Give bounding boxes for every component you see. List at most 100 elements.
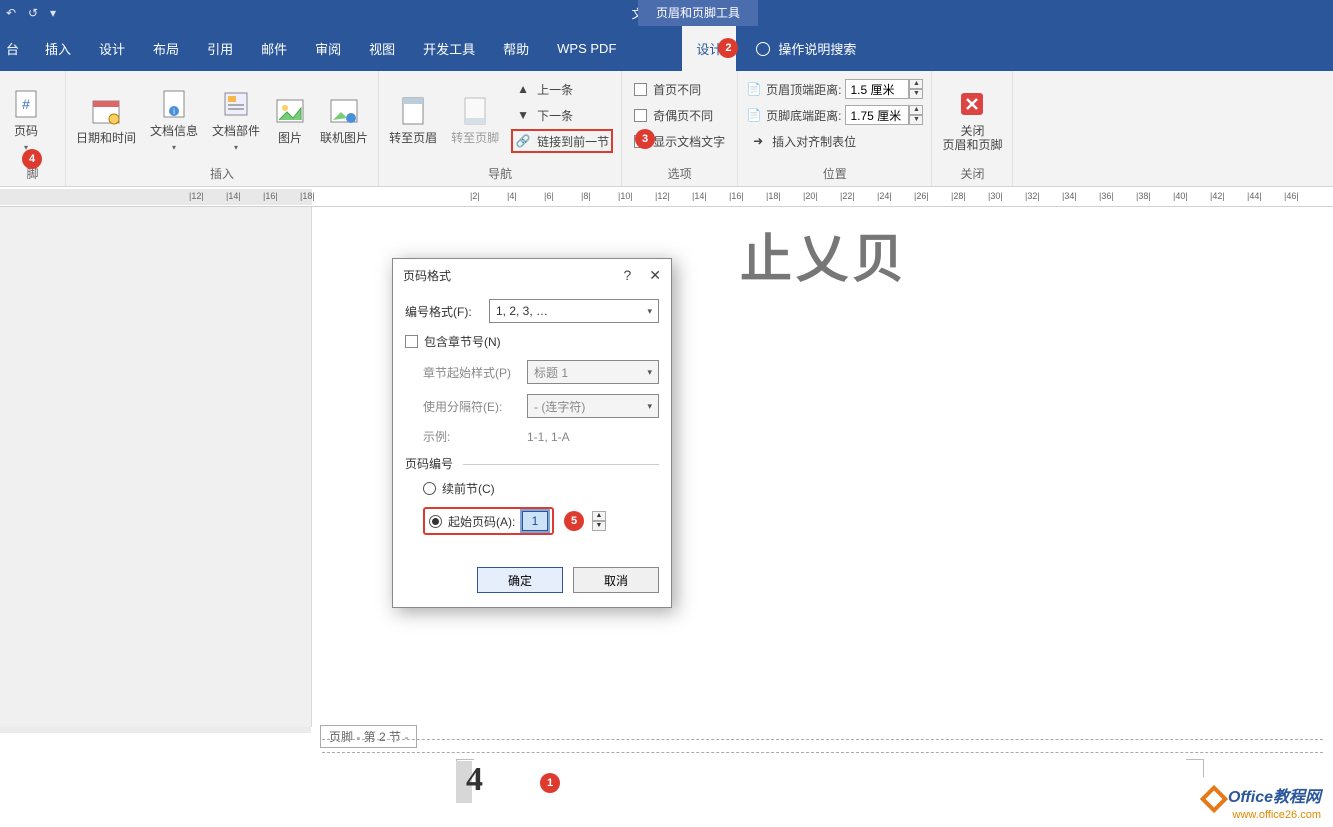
separator-row: 使用分隔符(E): - (连字符)▾ <box>423 394 659 418</box>
title-bar: ↶ ↺ ▾ 文档1 - Word 页眉和页脚工具 <box>0 0 1333 26</box>
ribbon-group-options: 首页不同 奇偶页不同 ✓显示文档文字 选项 <box>622 71 738 186</box>
close-hf-button[interactable]: 关闭 页眉和页脚 <box>936 75 1008 165</box>
continue-radio[interactable]: 续前节(C) <box>423 480 659 497</box>
page-number-format-dialog: 页码格式 ? ✕ 编号格式(F): 1, 2, 3, … ▾ 包含章节号(N) … <box>392 258 672 608</box>
badge-2: 2 <box>718 38 738 58</box>
tab-view[interactable]: 视图 <box>355 26 409 71</box>
close-icon[interactable]: ✕ <box>649 267 661 284</box>
date-time-button[interactable]: 日期和时间 <box>70 75 142 165</box>
spin-up-icon[interactable]: ▲ <box>592 511 606 521</box>
chevron-down-icon: ▾ <box>647 367 652 378</box>
ok-button[interactable]: 确定 <box>477 567 563 593</box>
radio-icon[interactable] <box>429 515 442 528</box>
calendar-icon <box>90 95 122 127</box>
next-section-button[interactable]: ▼下一条 <box>511 103 613 127</box>
badge-5: 5 <box>564 511 584 531</box>
online-picture-button[interactable]: 联机图片 <box>314 75 374 165</box>
footer-page-number[interactable]: 4 <box>456 761 486 803</box>
first-page-diff-check[interactable]: 首页不同 <box>630 77 729 101</box>
contextual-tab-label: 页眉和页脚工具 <box>638 0 758 26</box>
document-body-text: 止乂贝 <box>740 217 908 292</box>
picture-button[interactable]: 图片 <box>268 75 312 165</box>
ribbon-group-position: 📄 页眉顶端距离: ▲▼ 📄 页脚底端距离: ▲▼ ➜插入对齐制表位 位置 <box>738 71 932 186</box>
badge-1: 1 <box>540 773 560 793</box>
qat-dropdown-icon[interactable]: ▾ <box>50 6 64 20</box>
parts-icon <box>220 88 252 120</box>
separator-select: - (连字符)▾ <box>527 394 659 418</box>
start-at-spinner[interactable]: ▲▼ <box>592 511 606 531</box>
start-at-row: 起始页码(A): 5 ▲▼ <box>423 507 659 535</box>
tab-wpspdf[interactable]: WPS PDF <box>543 26 630 71</box>
repeat-icon[interactable]: ↺ <box>28 6 42 20</box>
start-at-highlight: 起始页码(A): <box>423 507 554 535</box>
spin-up-icon[interactable]: ▲ <box>909 105 923 115</box>
footer-boundary-line2 <box>322 752 1323 753</box>
tab-layout[interactable]: 布局 <box>139 26 193 71</box>
goto-footer-button[interactable]: 转至页脚 <box>445 75 505 165</box>
footer-distance-input[interactable]: ▲▼ <box>845 105 923 125</box>
horizontal-ruler[interactable]: |18||16||14||12||2||4||6||8||10||12||14|… <box>0 187 1333 207</box>
chapter-style-select: 标题 1▾ <box>527 360 659 384</box>
tab-help[interactable]: 帮助 <box>489 26 543 71</box>
align-tab-icon: ➜ <box>750 133 766 149</box>
page-number-button[interactable]: # 页码 ▾ 4 <box>4 75 48 165</box>
dialog-titlebar[interactable]: 页码格式 ? ✕ <box>393 259 671 291</box>
insert-align-tab-button[interactable]: ➜插入对齐制表位 <box>746 129 923 153</box>
header-distance-row: 📄 页眉顶端距离: ▲▼ <box>746 77 923 101</box>
tab-file[interactable]: 台 <box>0 26 31 71</box>
link-to-previous-button[interactable]: 🔗 链接到前一节 <box>511 129 613 153</box>
close-icon <box>956 88 988 120</box>
tab-review[interactable]: 审阅 <box>301 26 355 71</box>
prev-section-button[interactable]: ▲上一条 <box>511 77 613 101</box>
spin-down-icon[interactable]: ▼ <box>909 89 923 99</box>
prev-icon: ▲ <box>515 81 531 97</box>
footer-section-tag: 页脚 - 第 2 节 - <box>320 725 417 748</box>
badge-3: 3 <box>635 129 655 149</box>
tab-developer[interactable]: 开发工具 <box>409 26 489 71</box>
quick-access-toolbar: ↶ ↺ ▾ <box>0 6 64 20</box>
online-picture-icon <box>328 95 360 127</box>
checkbox-icon <box>634 109 647 122</box>
odd-even-diff-check[interactable]: 奇偶页不同 <box>630 103 729 127</box>
tell-me[interactable]: 操作说明搜索 <box>736 39 856 58</box>
footer-distance-row: 📄 页脚底端距离: ▲▼ <box>746 103 923 127</box>
badge-4: 4 <box>22 149 42 169</box>
picture-icon <box>274 95 306 127</box>
tab-insert[interactable]: 插入 <box>31 26 85 71</box>
number-format-select[interactable]: 1, 2, 3, … ▾ <box>489 299 659 323</box>
next-icon: ▼ <box>515 107 531 123</box>
dialog-title: 页码格式 <box>403 267 451 284</box>
start-at-radio-label[interactable]: 起始页码(A): <box>448 513 515 530</box>
ribbon-group-nav: 转至页眉 转至页脚 ▲上一条 ▼下一条 🔗 链接到前一节 3 导航 <box>379 71 622 186</box>
docinfo-icon: i <box>158 88 190 120</box>
margin-corner <box>1186 759 1204 777</box>
spin-up-icon[interactable]: ▲ <box>909 79 923 89</box>
chapter-style-row: 章节起始样式(P) 标题 1▾ <box>423 360 659 384</box>
cancel-button[interactable]: 取消 <box>573 567 659 593</box>
svg-text:#: # <box>22 96 30 112</box>
header-distance-input[interactable]: ▲▼ <box>845 79 923 99</box>
include-chapter-check[interactable]: 包含章节号(N) <box>405 333 659 350</box>
spin-down-icon[interactable]: ▼ <box>592 521 606 531</box>
ribbon-group-close: 关闭 页眉和页脚 关闭 <box>932 71 1013 186</box>
header-dist-icon: 📄 <box>746 81 762 97</box>
quick-parts-button[interactable]: 文档部件 ▾ <box>206 75 266 165</box>
undo-icon[interactable]: ↶ <box>6 6 20 20</box>
goto-header-button[interactable]: 转至页眉 <box>383 75 443 165</box>
tab-references[interactable]: 引用 <box>193 26 247 71</box>
ribbon: # 页码 ▾ 4 脚 日期和时间 i 文档信息 ▾ 文档部件 ▾ <box>0 71 1333 187</box>
goto-footer-icon <box>459 95 491 127</box>
spin-down-icon[interactable]: ▼ <box>909 115 923 125</box>
tab-mailings[interactable]: 邮件 <box>247 26 301 71</box>
doc-info-button[interactable]: i 文档信息 ▾ <box>144 75 204 165</box>
chevron-down-icon: ▾ <box>647 401 652 412</box>
start-at-input[interactable] <box>522 511 548 531</box>
chevron-down-icon: ▾ <box>647 306 652 317</box>
checkbox-icon <box>405 335 418 348</box>
checkbox-icon <box>634 83 647 96</box>
tab-design[interactable]: 设计 <box>85 26 139 71</box>
footer-boundary-line <box>322 739 1323 740</box>
tab-hf-design[interactable]: 设计 2 <box>682 26 736 71</box>
link-icon: 🔗 <box>515 133 531 149</box>
help-icon[interactable]: ? <box>623 267 631 284</box>
